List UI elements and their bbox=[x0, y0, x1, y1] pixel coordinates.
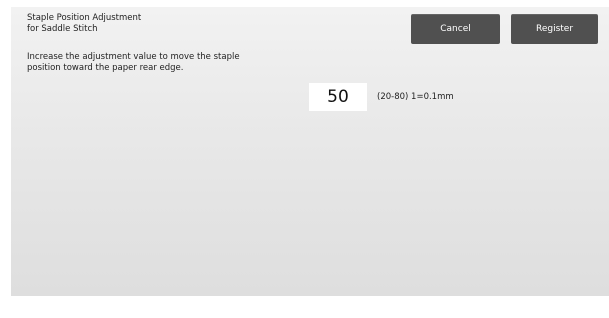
settings-panel: Staple Position Adjustment for Saddle St… bbox=[11, 7, 609, 296]
adjustment-range-label: (20-80) 1=0.1mm bbox=[377, 92, 454, 102]
screen-title: Staple Position Adjustment for Saddle St… bbox=[27, 13, 142, 34]
adjustment-description: Increase the adjustment value to move th… bbox=[27, 52, 240, 73]
register-button[interactable]: Register bbox=[511, 14, 598, 44]
cancel-button[interactable]: Cancel bbox=[411, 14, 500, 44]
adjustment-value-input[interactable]: 50 bbox=[309, 83, 367, 111]
